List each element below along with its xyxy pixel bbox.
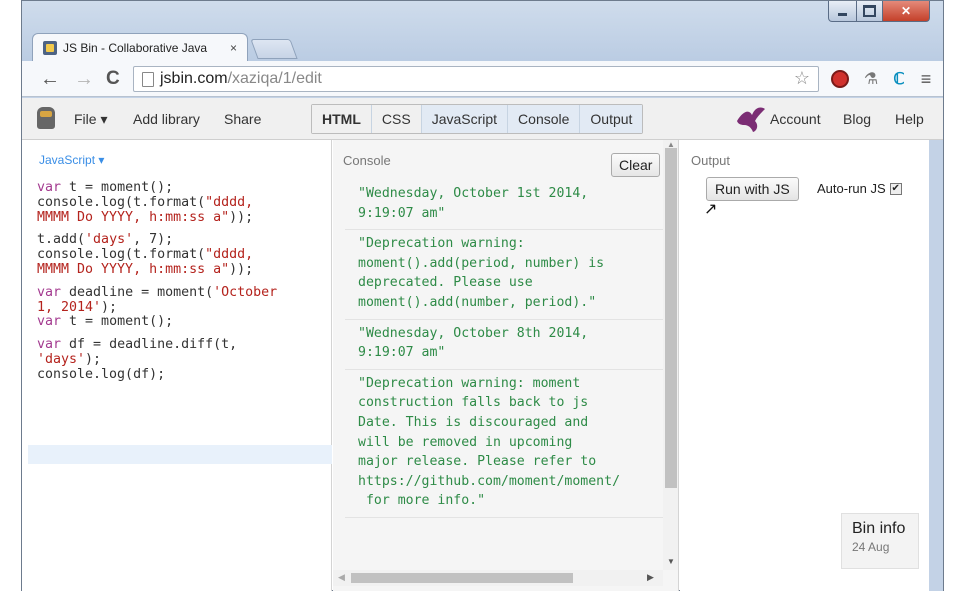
share-menu[interactable]: Share xyxy=(224,111,261,127)
add-library-menu[interactable]: Add library xyxy=(133,111,200,127)
output-panel: Output Run with JS Auto-run JS ✔ ↗ Bin i… xyxy=(680,140,929,591)
code-line: MMMM Do YYYY, h:mm:ss a")); xyxy=(37,209,254,225)
autorun-label: Auto-run JS xyxy=(817,181,886,196)
account-bird-icon xyxy=(737,107,765,132)
tab-console[interactable]: Console xyxy=(508,105,581,133)
jsbin-logo-icon[interactable] xyxy=(37,107,55,129)
code-line: t.add('days', 7); xyxy=(37,232,174,248)
console-panel: Console Clear "Wednesday, October 1st 20… xyxy=(333,140,679,591)
bookmark-star-icon[interactable]: ☆ xyxy=(794,68,810,89)
code-line: 'days'); xyxy=(37,351,102,367)
back-icon[interactable]: ← xyxy=(40,69,60,89)
console-entry: "Wednesday, October 8th 2014, 9:19:07 am… xyxy=(345,320,663,370)
code-editor[interactable]: var t = moment(); console.log(t.format("… xyxy=(37,180,278,383)
jsbin-favicon-icon xyxy=(43,40,57,55)
console-horizontal-scrollbar[interactable]: ◀ ▶ xyxy=(333,570,663,586)
console-entry: "Deprecation warning: moment constructio… xyxy=(345,370,663,518)
code-line: console.log(t.format("dddd, xyxy=(37,194,254,210)
scroll-left-icon[interactable]: ◀ xyxy=(338,572,345,583)
blog-link[interactable]: Blog xyxy=(843,111,871,127)
autorun-js-toggle[interactable]: Auto-run JS ✔ xyxy=(817,181,902,196)
clear-console-button[interactable]: Clear xyxy=(611,153,661,177)
url-path: /xaziqa/1/edit xyxy=(227,70,322,87)
maximize-button[interactable] xyxy=(856,1,883,22)
code-line: 1, 2014'); xyxy=(37,299,118,315)
panel-tabs: HTML CSS JavaScript Console Output xyxy=(311,104,644,134)
javascript-panel[interactable]: JavaScript ▾ var t = moment(); console.l… xyxy=(22,140,332,591)
console-panel-label: Console xyxy=(343,153,391,168)
browser-toolbar: ← → C jsbin.com/xaziqa/1/edit ☆ ⚗ ℂ ≡ xyxy=(22,61,943,97)
scroll-down-icon[interactable]: ▼ xyxy=(667,557,675,566)
scroll-right-icon[interactable]: ▶ xyxy=(647,572,654,583)
url-host: jsbin.com xyxy=(160,70,228,87)
browser-window: ✕ JS Bin - Collaborative Java × ← → C js… xyxy=(21,0,944,591)
autorun-checkbox[interactable]: ✔ xyxy=(889,182,902,195)
address-bar[interactable]: jsbin.com/xaziqa/1/edit ☆ xyxy=(133,66,819,92)
bin-info-title: Bin info xyxy=(852,520,906,537)
code-line: var deadline = moment('October xyxy=(37,284,278,300)
tab-title: JS Bin - Collaborative Java xyxy=(63,40,208,55)
active-line-highlight xyxy=(28,445,332,464)
code-line: var df = deadline.diff(t, xyxy=(37,337,238,353)
jsbin-navbar: File ▾ Add library Share HTML CSS JavaSc… xyxy=(22,98,943,140)
tab-javascript[interactable]: JavaScript xyxy=(421,105,509,133)
tab-close-icon[interactable]: × xyxy=(230,41,237,55)
console-entry: "Deprecation warning: moment().add(perio… xyxy=(345,230,663,320)
scrollbar-thumb[interactable] xyxy=(351,573,573,583)
code-line: var t = moment(); xyxy=(37,180,174,195)
console-output: "Wednesday, October 1st 2014, 9:19:07 am… xyxy=(345,180,663,518)
forward-icon[interactable]: → xyxy=(74,69,94,89)
window-border xyxy=(929,140,943,591)
console-vertical-scrollbar[interactable]: ▲ ▼ xyxy=(663,140,678,570)
bin-info-date: 24 Aug xyxy=(852,540,890,554)
chrome-menu-icon[interactable]: ≡ xyxy=(915,68,937,90)
account-link[interactable]: Account xyxy=(770,111,821,127)
output-panel-label: Output xyxy=(691,153,731,168)
close-window-button[interactable]: ✕ xyxy=(882,1,930,22)
code-line: console.log(t.format("dddd, xyxy=(37,247,254,263)
minimize-button[interactable] xyxy=(828,1,857,22)
console-entry: "Wednesday, October 1st 2014, 9:19:07 am… xyxy=(345,180,663,231)
editor-area: JavaScript ▾ var t = moment(); console.l… xyxy=(22,140,943,591)
reload-icon[interactable]: C xyxy=(106,69,120,89)
tab-html[interactable]: HTML xyxy=(312,105,372,133)
code-line: console.log(df); xyxy=(37,366,166,382)
wand-icon[interactable]: ⚗ xyxy=(860,68,882,90)
tab-css[interactable]: CSS xyxy=(371,105,422,133)
file-menu[interactable]: File ▾ xyxy=(74,111,107,128)
javascript-panel-label[interactable]: JavaScript ▾ xyxy=(39,153,104,167)
extension-c-icon[interactable]: ℂ xyxy=(888,68,910,90)
code-line: MMMM Do YYYY, h:mm:ss a")); xyxy=(37,261,254,277)
new-tab-button[interactable] xyxy=(250,39,298,59)
adblock-icon[interactable] xyxy=(829,68,851,90)
bin-info-box[interactable]: Bin info 24 Aug xyxy=(841,513,919,569)
help-link[interactable]: Help xyxy=(895,111,924,127)
code-line: var t = moment(); xyxy=(37,314,174,330)
browser-tab[interactable]: JS Bin - Collaborative Java × xyxy=(32,33,248,61)
mouse-cursor-icon: ↗ xyxy=(704,201,718,218)
page-icon xyxy=(142,71,154,87)
tab-output[interactable]: Output xyxy=(580,105,643,133)
scrollbar-thumb[interactable] xyxy=(665,148,677,488)
run-with-js-button[interactable]: Run with JS xyxy=(706,177,799,201)
